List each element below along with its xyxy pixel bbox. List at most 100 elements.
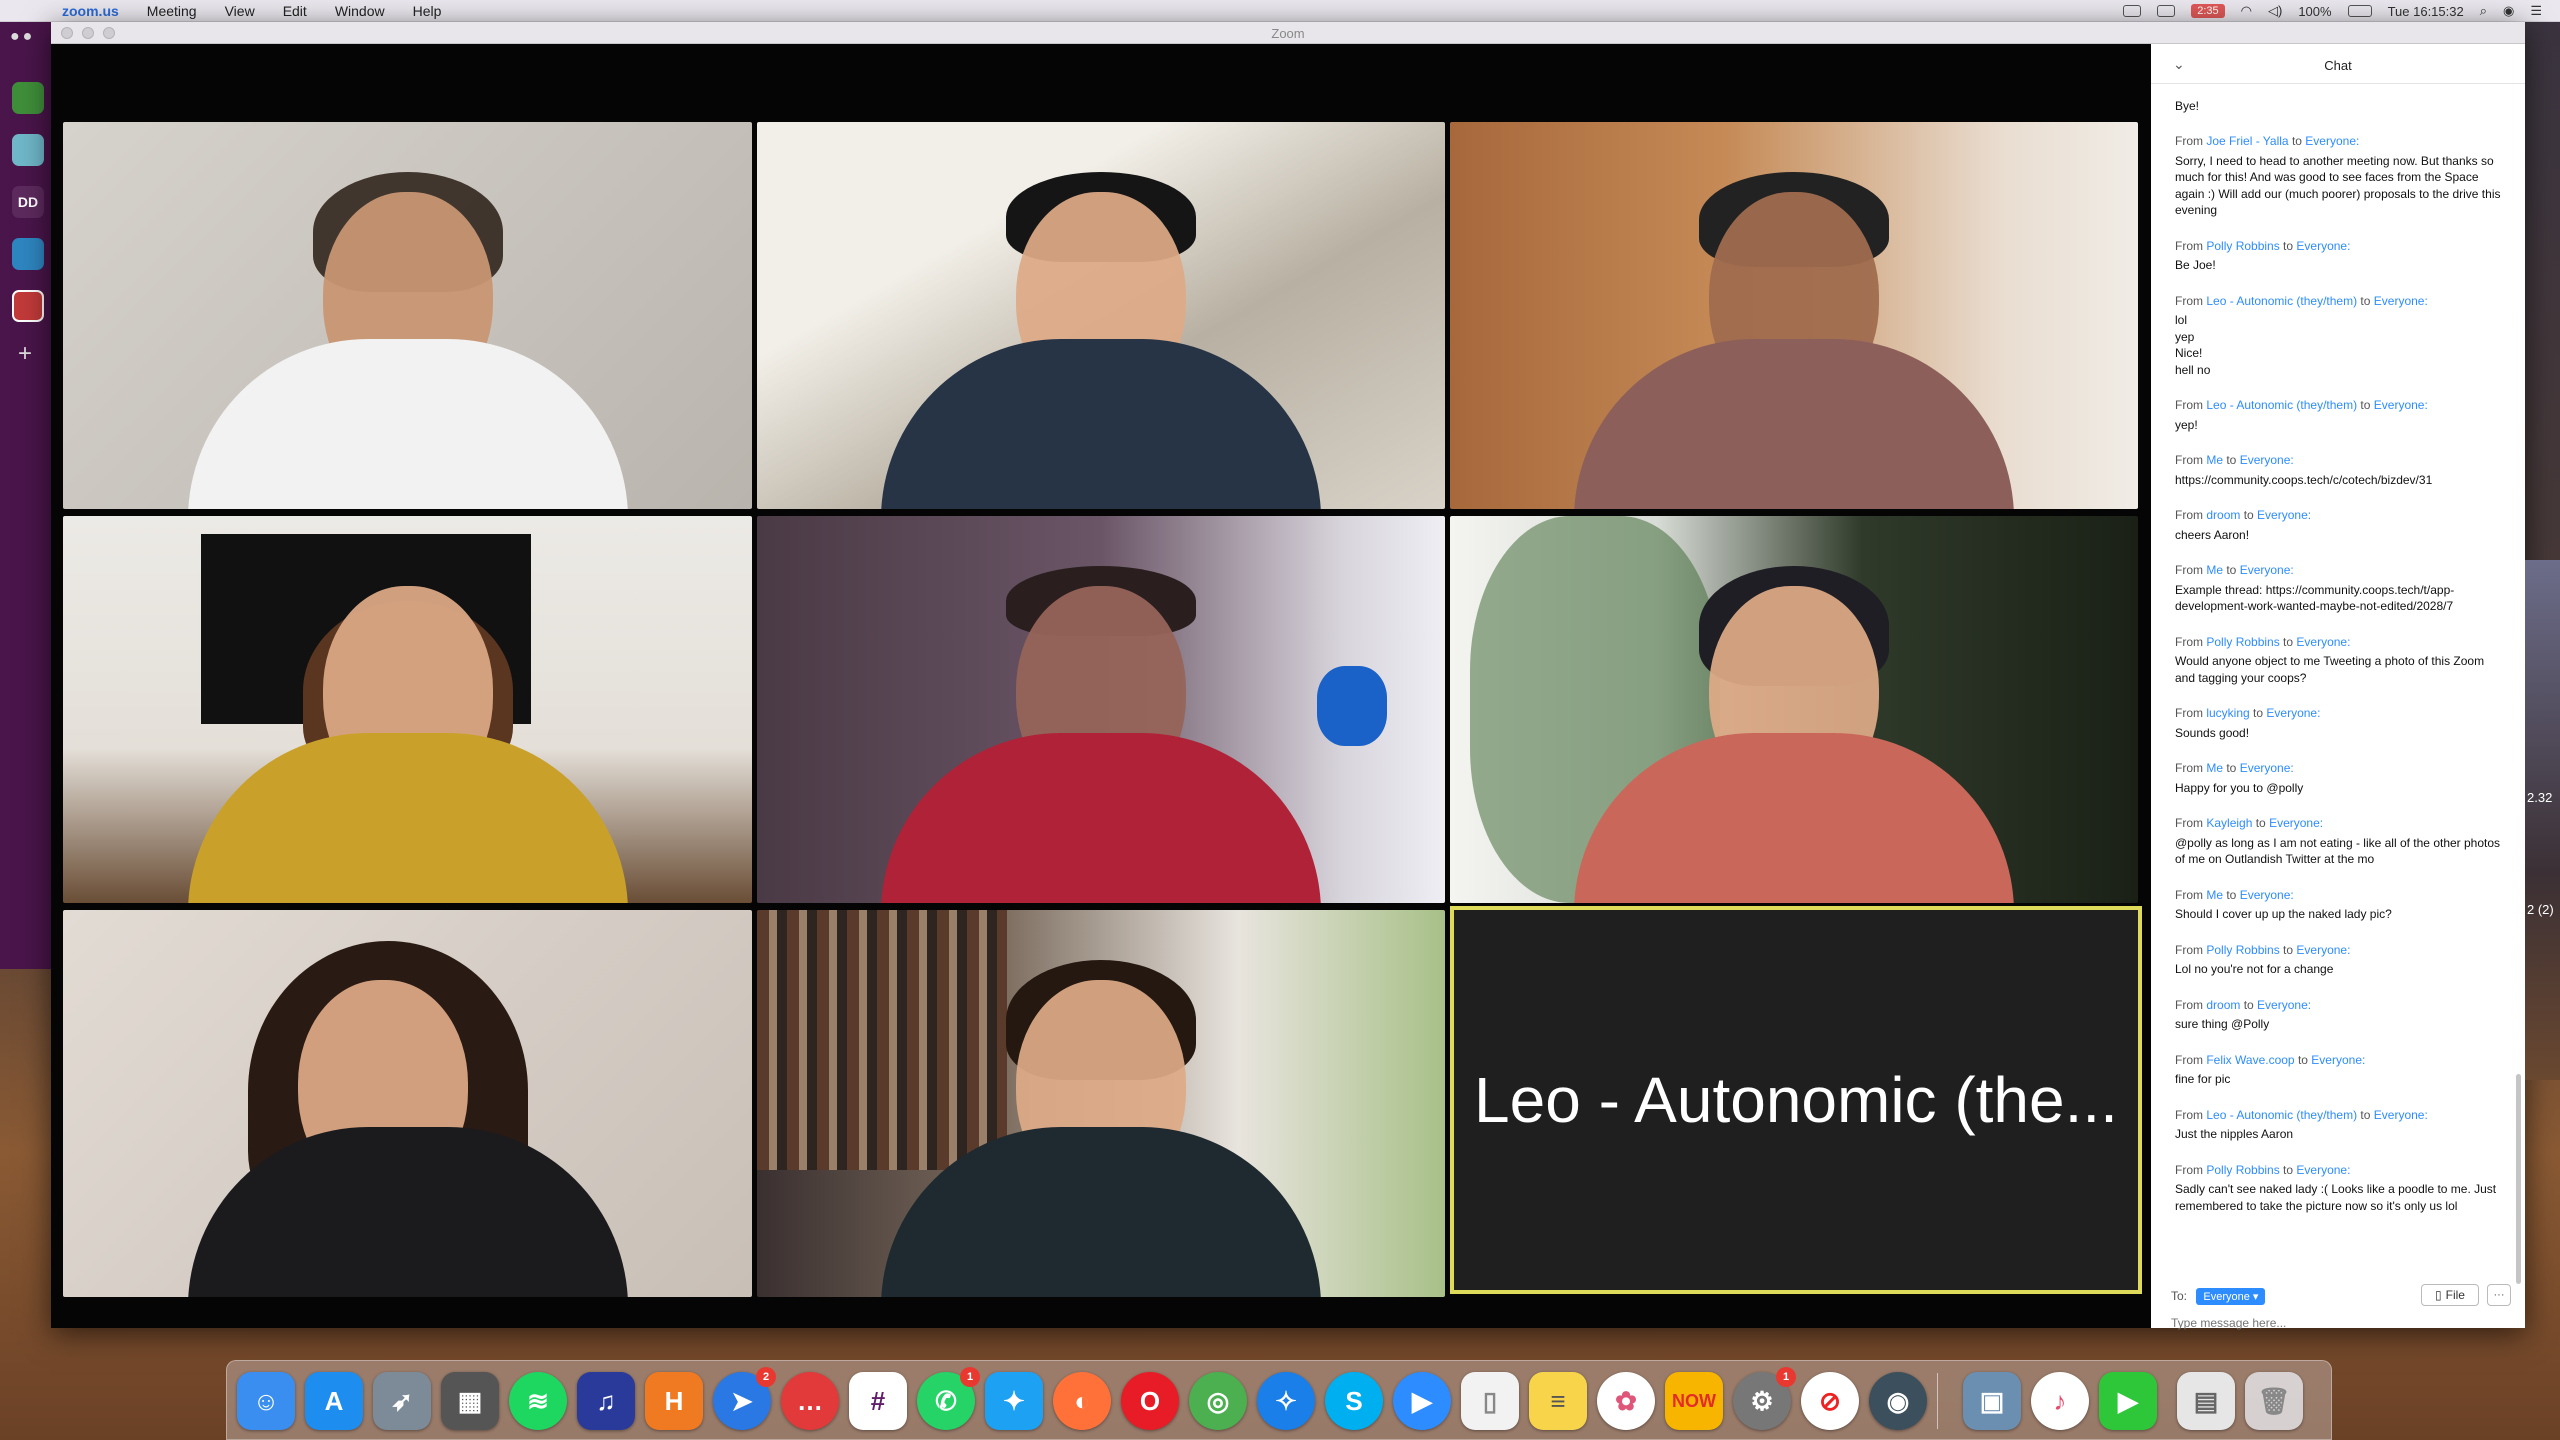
user-avatar-icon[interactable]: ◉ [2503,3,2514,19]
search-icon[interactable]: ⌕ [2480,3,2487,19]
sender-name[interactable]: Me [2206,563,2223,577]
sender-name[interactable]: Polly Robbins [2206,943,2279,957]
speech-icon[interactable]: … [781,1372,839,1430]
music-icon[interactable]: ♪ [2031,1372,2089,1430]
video-tile[interactable] [63,122,752,509]
workspace-4-icon[interactable] [12,238,44,270]
sender-name[interactable]: Joe Friel - Yalla [2206,134,2288,148]
recipient-dropdown[interactable]: Everyone ▾ [2196,1288,2266,1305]
video-tile[interactable] [63,910,752,1297]
sender-name[interactable]: Leo - Autonomic (they/them) [2206,398,2357,412]
chrome-icon[interactable]: ◎ [1189,1372,1247,1430]
spotify-icon[interactable]: ≋ [509,1372,567,1430]
facetime-icon[interactable]: ▶ [2099,1372,2157,1430]
battery-percent[interactable]: 100% [2298,4,2331,19]
wifi-icon[interactable]: ◠ [2241,3,2252,19]
desktop-wallpaper [2525,560,2560,1080]
clock[interactable]: Tue 16:15:32 [2388,4,2464,19]
workspace-5-icon[interactable] [12,290,44,322]
battery-icon[interactable] [2347,5,2372,17]
video-tile[interactable] [757,910,1445,1297]
slack-icon[interactable]: # [849,1372,907,1430]
zoom-app-icon[interactable]: ▶ [1393,1372,1451,1430]
sender-name[interactable]: lucyking [2206,706,2249,720]
sender-name[interactable]: Leo - Autonomic (they/them) [2206,1108,2357,1122]
sender-name[interactable]: droom [2206,998,2240,1012]
menu-window[interactable]: Window [321,3,399,19]
sender-name[interactable]: Leo - Autonomic (they/them) [2206,294,2357,308]
menu-help[interactable]: Help [399,3,456,19]
skype-icon[interactable]: S [1325,1372,1383,1430]
screen-icon[interactable] [2123,5,2142,17]
add-workspace-icon[interactable]: + [18,340,32,368]
notification-center-icon[interactable]: ☰ [2530,3,2542,19]
message-text: cheers Aaron! [2175,527,2250,542]
video-tile[interactable] [757,516,1445,903]
message-text: sure thing @Polly [2175,1017,2270,1031]
airplay-icon[interactable] [2157,5,2176,17]
workspace-dd[interactable]: DD [12,186,44,218]
sender-name[interactable]: Polly Robbins [2206,635,2279,649]
scrollbar[interactable] [2516,1074,2521,1284]
menu-meeting[interactable]: Meeting [133,3,211,19]
document-icon[interactable]: ▯ [1461,1372,1519,1430]
sender-name[interactable]: Me [2206,761,2223,775]
video-tile[interactable] [1450,122,2138,509]
sender-name[interactable]: Me [2206,888,2223,902]
chat-messages[interactable]: From Joe Friel - Yalla to Everyone:Bye!F… [2151,100,2525,1280]
audacity-icon[interactable]: ♫ [577,1372,635,1430]
airmail-icon[interactable]: ➤ 2 [713,1367,776,1430]
status-area: 2:35 ◠ ◁) 100% Tue 16:15:32 ⌕ ◉ ☰ [2123,0,2542,22]
photos-icon[interactable]: ✿ [1597,1372,1655,1430]
menu-view[interactable]: View [211,3,269,19]
sender-name[interactable]: Kayleigh [2206,816,2252,830]
system-preferences-icon[interactable]: ⚙ 1 [1733,1367,1796,1430]
downloads-stack-icon[interactable]: ▤ [2177,1372,2235,1430]
file-button[interactable]: ▯ File [2421,1284,2479,1306]
message-input[interactable] [2171,1316,2501,1330]
participant-body [187,733,628,903]
launchpad-icon[interactable]: ➶ [373,1372,431,1430]
workspace-2-icon[interactable] [12,134,44,166]
recording-timer[interactable]: 2:35 [2191,4,2225,18]
sender-name[interactable]: Polly Robbins [2206,1163,2279,1177]
safari-icon[interactable]: ✧ [1257,1372,1315,1430]
video-tile[interactable] [1450,516,2138,903]
video-tile[interactable] [757,122,1445,509]
message-sender: From Polly Robbins to Everyone: [2175,634,2351,649]
firefox-icon[interactable]: ◐ [1053,1372,1111,1430]
active-speaker-tile[interactable]: Leo - Autonomic (the... [1450,906,2142,1294]
file-icon: ▯ [2435,1288,2442,1302]
sender-name[interactable]: Me [2206,453,2223,467]
sender-name[interactable]: Felix Wave.coop [2206,1053,2294,1067]
recipient-name: Everyone: [2239,453,2294,467]
sender-name[interactable]: Polly Robbins [2206,239,2279,253]
app-store-icon[interactable]: A [305,1372,363,1430]
twitter-icon[interactable]: ✦ [985,1372,1043,1430]
more-button[interactable]: ··· [2487,1284,2511,1306]
preview-icon[interactable]: ▣ [1963,1372,2021,1430]
finder-icon[interactable]: ☺ [237,1372,295,1430]
dock: ☺ A ➶ ▦ ≋ ♫ H ➤ 2 … # ✆ 1 ✦ ◐ O ◎ ✧ S ▶ ▯ … [226,1360,2332,1440]
chat-message: From droom to Everyone: sure thing @Polly [2151,997,2525,1033]
workspace-1-icon[interactable] [12,82,44,114]
trash-icon[interactable]: 🗑 [2245,1372,2303,1430]
message-text: Sorry, I need to head to another meeting… [2175,153,2501,218]
sender-name[interactable]: droom [2206,508,2240,522]
news-icon[interactable]: ⊘ [1801,1372,1859,1430]
volume-icon[interactable]: ◁) [2268,3,2282,19]
menu-app[interactable]: zoom.us [48,3,133,19]
opera-icon[interactable]: O [1121,1372,1179,1430]
chat-message: From Polly Robbins to Everyone: Sadly can… [2151,1162,2525,1215]
whatsapp-icon[interactable]: ✆ 1 [917,1367,980,1430]
calculator-icon[interactable]: ▦ [441,1372,499,1430]
notes-icon[interactable]: ≡ [1529,1372,1587,1430]
h-app-icon[interactable]: H [645,1372,703,1430]
message-sender: From droom to Everyone: [2175,508,2312,522]
video-tile[interactable] [63,516,752,903]
menu-edit[interactable]: Edit [269,3,321,19]
chat-message: From Polly Robbins to Everyone: Be Joe! [2151,238,2525,274]
now-tv-icon[interactable]: NOW [1665,1372,1723,1430]
disk-utility-icon[interactable]: ◉ [1869,1372,1927,1430]
chat-message: From Me to Everyone: https://community.co… [2151,452,2525,488]
